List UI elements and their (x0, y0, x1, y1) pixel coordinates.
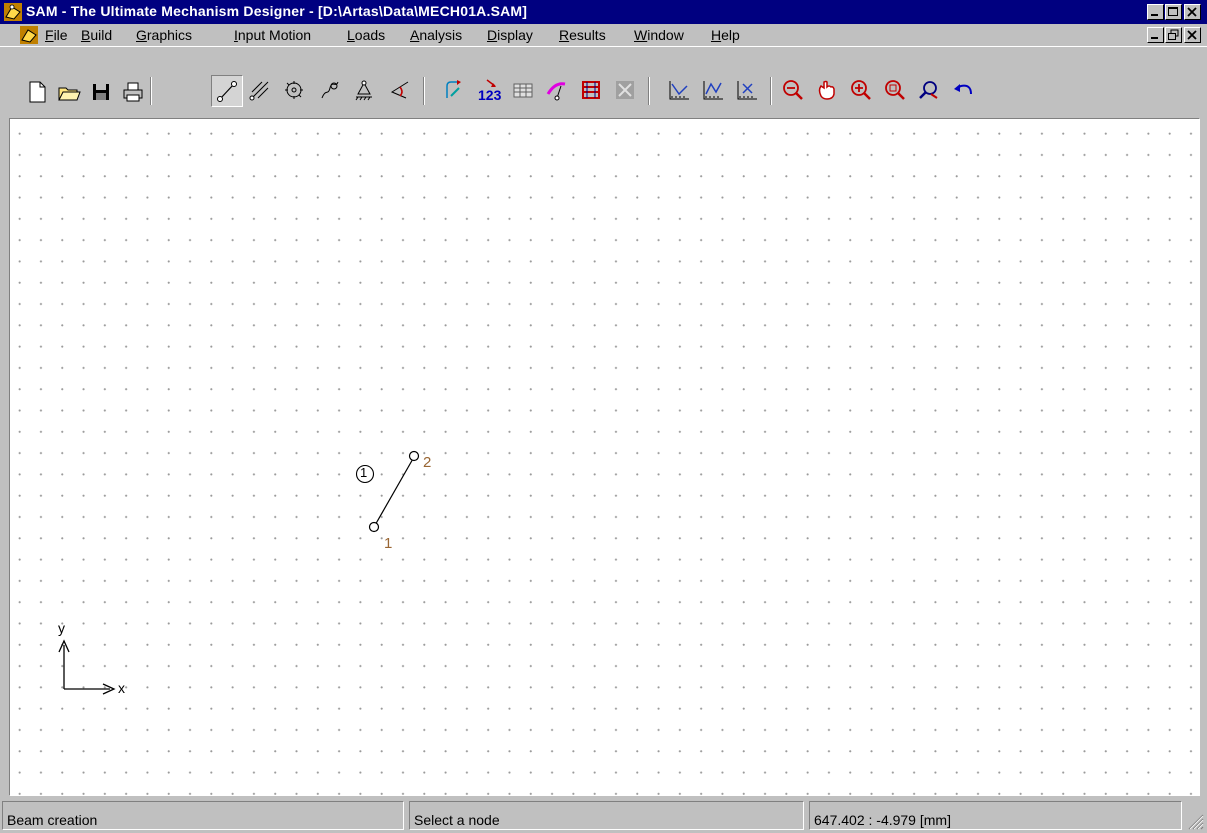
close-button[interactable] (1184, 4, 1201, 20)
menu-file[interactable]: File (45, 27, 68, 43)
status-prompt: Select a node (409, 801, 804, 830)
zoom-window-button[interactable] (880, 75, 912, 107)
motion-arrow-button[interactable] (542, 75, 574, 107)
frame-icon (582, 81, 600, 99)
menu-build[interactable]: Build (81, 27, 112, 43)
new-file-button[interactable] (22, 77, 54, 109)
pan-button[interactable] (812, 75, 844, 107)
menu-input-motion[interactable]: Input Motion (234, 27, 311, 43)
child-restore-button[interactable] (1165, 27, 1182, 43)
drawing-canvas[interactable]: 1 1 2 y x (9, 118, 1200, 796)
close-icon (1187, 30, 1197, 40)
motion-arrow-icon (546, 82, 566, 101)
toolbar-separator (648, 77, 650, 105)
angle-icon (390, 81, 409, 99)
axis-x-label: x (118, 680, 125, 696)
grid-disabled-button (610, 75, 642, 107)
graph-multi-icon (703, 81, 723, 100)
graph-cross-button[interactable] (732, 75, 764, 107)
status-bar: Beam creation Select a node 647.402 : -4… (0, 798, 1207, 833)
open-button[interactable] (54, 77, 86, 109)
app-logo-icon (4, 3, 22, 21)
beam-1[interactable] (373, 456, 415, 528)
menu-display[interactable]: Display (487, 27, 533, 43)
node-2[interactable] (408, 450, 420, 462)
restore-icon (1168, 29, 1179, 40)
beam-icon (217, 81, 237, 102)
node-1-label: 1 (384, 535, 393, 552)
minimize-icon (1151, 14, 1158, 16)
pan-hand-icon (818, 80, 835, 100)
beam-button[interactable] (211, 75, 243, 107)
zoom-all-button[interactable] (914, 75, 946, 107)
gear-button[interactable] (279, 75, 311, 107)
mechanism-drawing (58, 450, 420, 695)
maximize-button[interactable] (1165, 4, 1182, 20)
undo-icon (954, 84, 972, 95)
maximize-icon (1168, 7, 1178, 16)
fixed-support-icon (355, 80, 372, 101)
menu-window[interactable]: Window (634, 27, 684, 43)
menu-bar: File Build Graphics Input Motion Loads A… (0, 24, 1207, 46)
frame-button[interactable] (576, 75, 608, 107)
graph-icon (669, 81, 689, 100)
slider-icon (249, 81, 269, 101)
minimize-button[interactable] (1147, 4, 1164, 20)
graph-button[interactable] (664, 75, 696, 107)
graph-multi-button[interactable] (698, 75, 730, 107)
menu-results[interactable]: Results (559, 27, 606, 43)
zoom-in-icon (851, 80, 871, 100)
node-2-label: 2 (423, 454, 432, 471)
fixed-support-button[interactable] (349, 75, 381, 107)
open-folder-icon (58, 87, 81, 101)
menu-help[interactable]: Help (711, 27, 740, 43)
menu-analysis[interactable]: Analysis (410, 27, 462, 43)
title-bar[interactable]: SAM - The Ultimate Mechanism Designer - … (0, 0, 1207, 24)
close-icon (1187, 7, 1197, 17)
status-coordinates: 647.402 : -4.979 [mm] (809, 801, 1182, 830)
resize-grip-icon[interactable] (1186, 812, 1204, 830)
save-button[interactable] (86, 77, 118, 109)
zoom-window-icon (885, 80, 905, 100)
numbering-button[interactable]: 123 (474, 75, 506, 107)
table-icon (513, 83, 533, 98)
numbering-icon: 123 (478, 79, 502, 103)
grid-disabled-icon (616, 81, 634, 99)
table-button[interactable] (508, 75, 540, 107)
beam-number-label: 1 (360, 465, 368, 480)
window-title: SAM - The Ultimate Mechanism Designer - … (26, 3, 528, 19)
node-1[interactable] (368, 521, 380, 533)
zoom-all-icon (919, 81, 938, 99)
document-icon[interactable] (20, 26, 38, 44)
gear-icon (285, 81, 303, 99)
save-disk-icon (93, 84, 109, 100)
menu-graphics[interactable]: Graphics (136, 27, 192, 43)
input-motion-icon (446, 80, 461, 98)
numbering-glyph: 123 (478, 87, 502, 103)
menu-loads[interactable]: Loads (347, 27, 385, 43)
undo-button[interactable] (948, 75, 980, 107)
toolbar-separator (770, 77, 772, 105)
zoom-in-button[interactable] (846, 75, 878, 107)
graph-cross-icon (737, 81, 757, 100)
spring-button[interactable] (315, 75, 347, 107)
status-mode: Beam creation (2, 801, 404, 830)
new-file-icon (29, 81, 46, 103)
zoom-out-button[interactable] (778, 75, 810, 107)
child-minimize-button[interactable] (1147, 27, 1164, 43)
minimize-icon (1151, 37, 1158, 39)
angle-button[interactable] (385, 75, 417, 107)
toolbar-separator (423, 77, 425, 105)
zoom-out-icon (783, 80, 803, 100)
child-close-button[interactable] (1184, 27, 1201, 43)
toolbar: 123 (0, 46, 1207, 116)
slider-button[interactable] (245, 75, 277, 107)
input-motion-button[interactable] (440, 75, 472, 107)
spring-icon (321, 81, 339, 99)
toolbar-separator (150, 77, 152, 105)
print-button[interactable] (118, 77, 150, 109)
axis-y-label: y (58, 620, 65, 636)
print-icon (123, 82, 143, 102)
